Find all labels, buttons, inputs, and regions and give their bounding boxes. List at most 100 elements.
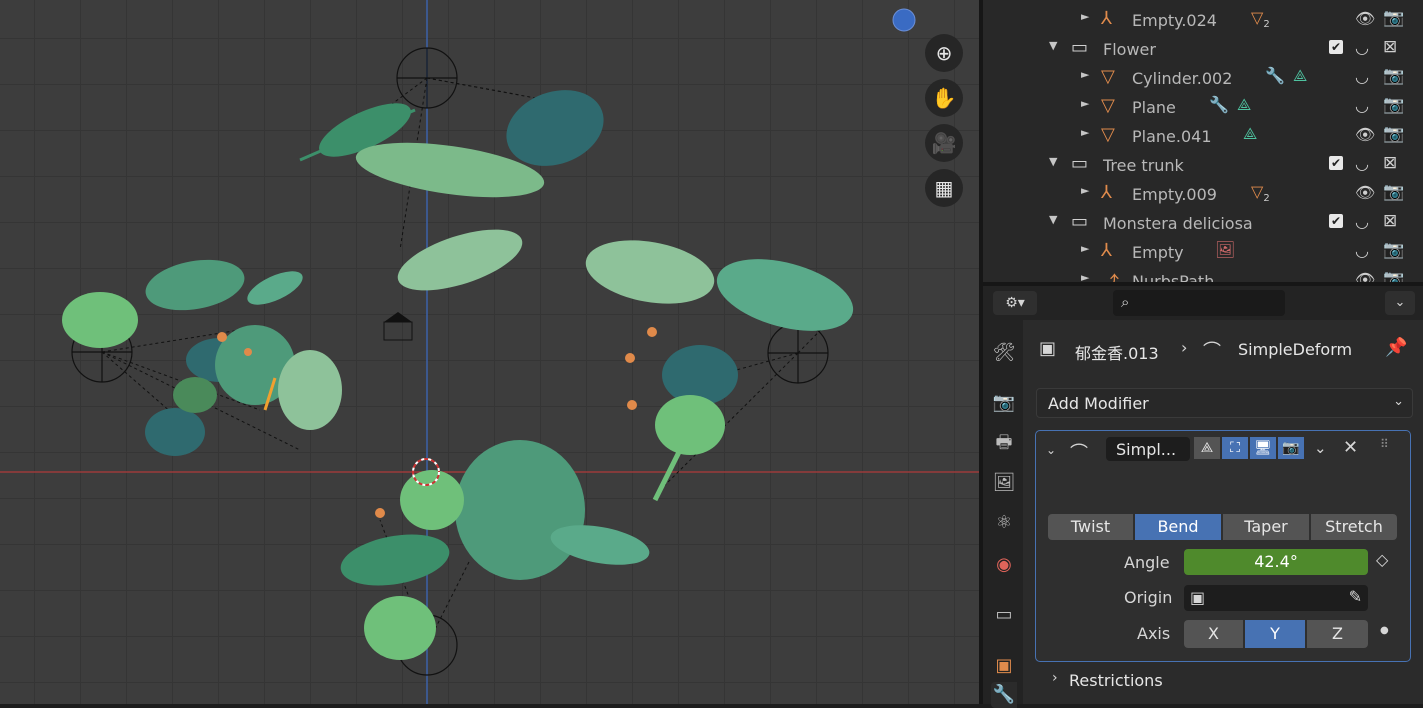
plant-right — [585, 240, 854, 502]
eye-closed-icon[interactable]: ◡ — [1355, 154, 1369, 173]
outliner-row[interactable]: ► ⅄ Empty 🖼 ◡ 📷 — [983, 237, 1423, 266]
empty-icon: ⅄ — [1101, 240, 1112, 261]
options-dropdown[interactable]: ⌄ — [1385, 291, 1415, 315]
camera-icon[interactable]: 📷 — [1383, 182, 1404, 202]
object-icon: ▣ — [1190, 588, 1206, 607]
eye-closed-icon[interactable]: ◡ — [1355, 67, 1369, 86]
camera-icon[interactable]: 📷 — [1383, 269, 1404, 282]
camera-view-icon[interactable]: 🎥 — [925, 124, 963, 162]
gizmo-y-ball[interactable] — [892, 8, 916, 32]
mode-twist[interactable]: Twist — [1048, 514, 1133, 540]
viewport-display-icon[interactable]: 🖥 — [1250, 437, 1276, 459]
dot-icon[interactable]: ● — [1380, 625, 1389, 636]
hand-icon[interactable]: ✋ — [925, 79, 963, 117]
axis-z[interactable]: Z — [1307, 620, 1368, 648]
scene-tab-icon[interactable]: ⚛ — [991, 510, 1017, 536]
camera-icon[interactable]: 📷 — [1383, 124, 1404, 144]
eye-icon[interactable]: 👁 — [1355, 9, 1375, 28]
output-tab-icon[interactable]: 🖶 — [991, 430, 1017, 456]
checkbox-icon[interactable]: ✔ — [1329, 40, 1343, 54]
outliner-row[interactable]: ▼ ▭ Tree trunk ✔ ◡ ⊠ — [983, 150, 1423, 179]
eye-icon[interactable]: 👁 — [1355, 125, 1375, 144]
render-camera-icon[interactable]: 📷 — [1278, 437, 1304, 459]
camera-disabled-icon[interactable]: ⊠ — [1383, 37, 1397, 57]
eyedropper-icon[interactable]: ✎ — [1349, 587, 1362, 606]
axis-y[interactable]: Y — [1245, 620, 1305, 648]
camera-disabled-icon[interactable]: ⊠ — [1383, 211, 1397, 231]
chevron-down-icon: ⌄ — [1393, 394, 1404, 409]
eye-icon[interactable]: 👁 — [1355, 270, 1375, 282]
expand-icon[interactable]: ► — [1081, 68, 1089, 81]
view-layer-tab-icon[interactable]: 🖼 — [991, 470, 1017, 496]
collapse-icon[interactable]: ▼ — [1049, 213, 1057, 226]
properties-editor[interactable]: ⚙▾ ⌕ ⌄ 🛠 📷 🖶 🖼 ⚛ ◉ ▭ ▣ 🔧 ▣ 郁金香.013 › ⌒ S… — [983, 286, 1423, 708]
collection-tab-icon[interactable]: ▭ — [991, 602, 1017, 628]
outliner-row[interactable]: ► ▽ Plane 🔧 ⟁ ◡ 📷 — [983, 92, 1423, 121]
expand-icon[interactable]: ► — [1081, 184, 1089, 197]
drag-handle-icon[interactable]: ⠿ — [1380, 437, 1389, 451]
camera-icon[interactable]: 📷 — [1383, 66, 1404, 86]
expand-icon[interactable]: ► — [1081, 97, 1089, 110]
keyframe-icon[interactable]: ◇ — [1376, 550, 1388, 569]
properties-header: ⚙▾ ⌕ ⌄ — [983, 286, 1423, 320]
pin-icon[interactable]: 📌 — [1385, 337, 1407, 358]
camera-icon[interactable]: 📷 — [1383, 240, 1404, 260]
collapse-icon[interactable]: ⌄ — [1046, 443, 1056, 457]
ortho-grid-icon[interactable]: ▦ — [925, 169, 963, 207]
eye-closed-icon[interactable]: ◡ — [1355, 212, 1369, 231]
checkbox-icon[interactable]: ✔ — [1329, 214, 1343, 228]
search-input[interactable]: ⌕ — [1113, 290, 1285, 316]
mode-taper[interactable]: Taper — [1223, 514, 1309, 540]
expand-icon[interactable]: ► — [1081, 271, 1089, 282]
collapse-icon[interactable]: ▼ — [1049, 155, 1057, 168]
collection-icon: ▭ — [1071, 153, 1089, 174]
breadcrumb-modifier: SimpleDeform — [1238, 340, 1353, 359]
expand-icon[interactable]: ► — [1081, 126, 1089, 139]
outliner-row[interactable]: ▼ ▭ Monstera deliciosa ✔ ◡ ⊠ — [983, 208, 1423, 237]
edit-cage-icon[interactable]: ⟁ — [1194, 437, 1220, 459]
3d-viewport[interactable]: ⊕ ✋ 🎥 ▦ — [0, 0, 979, 704]
tool-tab-icon[interactable]: 🛠 — [991, 340, 1017, 366]
editor-type-dropdown[interactable]: ⚙▾ — [993, 291, 1037, 315]
zoom-in-icon[interactable]: ⊕ — [925, 34, 963, 72]
expand-icon[interactable]: ► — [1081, 242, 1089, 255]
origin-label: Origin — [1124, 588, 1173, 607]
outliner-row[interactable]: ► ▽ Cylinder.002 🔧 ⟁ ◡ 📷 — [983, 63, 1423, 92]
eye-closed-icon[interactable]: ◡ — [1355, 38, 1369, 57]
outliner[interactable]: ► ⅄ Empty.024 ▽2 👁 📷 ▼ ▭ Flower ✔ ◡ ⊠ ► … — [983, 0, 1423, 282]
origin-field[interactable]: ▣ ✎ — [1184, 585, 1368, 611]
outliner-row[interactable]: ► ⅄ Empty.009 ▽2 👁 📷 — [983, 179, 1423, 208]
object-tab-icon[interactable]: ▣ — [991, 653, 1017, 679]
outliner-row[interactable]: ▼ ▭ Flower ✔ ◡ ⊠ — [983, 34, 1423, 63]
edit-mode-icon[interactable]: ⛶ — [1222, 437, 1248, 459]
mode-bend[interactable]: Bend — [1135, 514, 1221, 540]
mode-stretch[interactable]: Stretch — [1311, 514, 1397, 540]
scene-canvas[interactable] — [0, 0, 979, 704]
checkbox-icon[interactable]: ✔ — [1329, 156, 1343, 170]
add-modifier-dropdown[interactable]: Add Modifier ⌄ — [1036, 388, 1413, 418]
expand-icon[interactable]: ► — [1081, 10, 1089, 23]
chevron-down-icon[interactable]: ⌄ — [1314, 439, 1327, 457]
row-label: Flower — [1103, 40, 1156, 59]
modifier-tab-icon[interactable]: 🔧 — [991, 682, 1017, 708]
eye-icon[interactable]: 👁 — [1355, 183, 1375, 202]
restrictions-subpanel[interactable]: Restrictions — [1069, 671, 1163, 690]
camera-disabled-icon[interactable]: ⊠ — [1383, 153, 1397, 173]
outliner-row[interactable]: ► ⤴ NurbsPath 👁 📷 — [983, 266, 1423, 282]
close-icon[interactable]: ✕ — [1343, 437, 1358, 458]
eye-closed-icon[interactable]: ◡ — [1355, 241, 1369, 260]
axis-x[interactable]: X — [1184, 620, 1243, 648]
modifier-name: Simpl... — [1116, 440, 1177, 459]
angle-field[interactable]: 42.4° — [1184, 549, 1368, 575]
world-tab-icon[interactable]: ◉ — [991, 552, 1017, 578]
modifier-name-input[interactable]: Simpl... — [1106, 437, 1190, 461]
empty-icon: ⅄ — [1101, 182, 1112, 203]
chevron-right-icon[interactable]: › — [1052, 670, 1058, 686]
render-tab-icon[interactable]: 📷 — [991, 390, 1017, 416]
camera-icon[interactable]: 📷 — [1383, 95, 1404, 115]
outliner-row[interactable]: ► ▽ Plane.041 ⟁ 👁 📷 — [983, 121, 1423, 150]
outliner-row[interactable]: ► ⅄ Empty.024 ▽2 👁 📷 — [983, 5, 1423, 34]
eye-closed-icon[interactable]: ◡ — [1355, 96, 1369, 115]
collapse-icon[interactable]: ▼ — [1049, 39, 1057, 52]
camera-icon[interactable]: 📷 — [1383, 8, 1404, 28]
